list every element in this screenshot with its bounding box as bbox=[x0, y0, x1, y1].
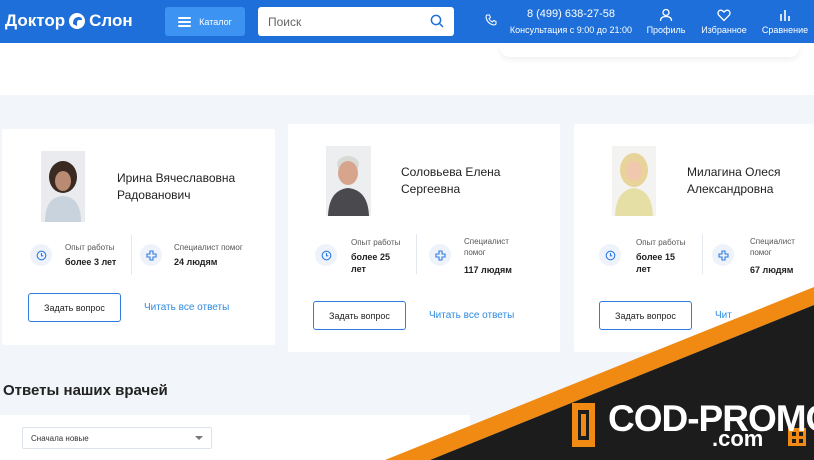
divider bbox=[131, 235, 132, 275]
clock-icon bbox=[30, 244, 52, 266]
ask-question-button[interactable]: Задать вопрос bbox=[313, 301, 406, 330]
nav-favorites-label: Избранное bbox=[701, 25, 747, 35]
doctor-name[interactable]: Милагина Олеся Александровна bbox=[687, 164, 780, 198]
helped-value: 24 людям bbox=[174, 257, 218, 267]
nav-compare-label: Сравнение bbox=[761, 25, 809, 35]
promo-watermark-domain: .com bbox=[712, 426, 764, 451]
experience-label: Опыт работы bbox=[65, 243, 115, 252]
doctor-card: Соловьева Елена Сергеевна Опыт работы бо… bbox=[288, 124, 560, 352]
ask-question-button[interactable]: Задать вопрос bbox=[28, 293, 121, 322]
nav-profile-label: Профиль bbox=[646, 25, 686, 35]
experience-value: более 15 лет bbox=[636, 251, 675, 275]
helped-label-line2: помог bbox=[464, 248, 486, 257]
doctor-name-line2: Радованович bbox=[117, 188, 191, 202]
doctor-photo[interactable] bbox=[41, 151, 85, 222]
site-header: Доктор Слон Каталог 8 (499) 638-27-58 Ко… bbox=[0, 0, 814, 43]
ask-question-button[interactable]: Задать вопрос bbox=[599, 301, 692, 330]
clock-icon bbox=[315, 244, 337, 266]
nav-compare[interactable]: Сравнение bbox=[759, 8, 811, 35]
clock-icon bbox=[599, 244, 621, 266]
experience-value-line2: лет bbox=[351, 264, 366, 274]
catalog-button[interactable]: Каталог bbox=[165, 7, 245, 36]
promo-watermark-text: COD-PROMO bbox=[608, 398, 814, 439]
consult-hours: Консультация с 9:00 до 21:00 bbox=[509, 25, 633, 35]
compare-icon bbox=[780, 10, 790, 21]
medical-cross-icon bbox=[712, 244, 734, 266]
doctor-name[interactable]: Соловьева Елена Сергеевна bbox=[401, 164, 500, 198]
doctor-photo[interactable] bbox=[612, 146, 656, 216]
doctor-name[interactable]: Ирина Вячеславовна Радованович bbox=[117, 170, 235, 204]
experience-value-line2: лет bbox=[636, 264, 651, 274]
doctor-name-line1: Соловьева Елена bbox=[401, 165, 501, 179]
catalog-label: Каталог bbox=[199, 16, 232, 27]
medical-cross-icon bbox=[140, 244, 162, 266]
logo-text-slon: Слон bbox=[89, 11, 133, 30]
answers-section-title: Ответы наших врачей bbox=[3, 382, 168, 399]
read-all-answers-link[interactable]: Чит bbox=[715, 310, 732, 321]
read-all-answers-link[interactable]: Читать все ответы bbox=[144, 302, 229, 313]
sort-select[interactable]: Сначала новые bbox=[22, 427, 212, 449]
helped-label-line1: Специалист bbox=[750, 237, 795, 246]
helped-label: Специалист помог bbox=[464, 236, 509, 258]
divider bbox=[416, 234, 417, 274]
experience-label: Опыт работы bbox=[351, 238, 401, 247]
elephant-logo-icon bbox=[69, 13, 86, 29]
heart-icon bbox=[717, 9, 731, 22]
sort-select-value: Сначала новые bbox=[31, 433, 89, 443]
helped-label: Специалист помог bbox=[750, 236, 795, 258]
helped-label: Специалист помог bbox=[174, 243, 243, 252]
experience-value: более 3 лет bbox=[65, 257, 117, 267]
doctor-name-line1: Ирина Вячеславовна bbox=[117, 171, 236, 185]
read-all-answers-link[interactable]: Читать все ответы bbox=[429, 310, 514, 321]
experience-value-line1: более 25 bbox=[351, 252, 390, 262]
doctor-name-line2: Александровна bbox=[687, 182, 774, 196]
medical-cross-icon bbox=[429, 244, 451, 266]
phone-number[interactable]: 8 (499) 638-27-58 bbox=[508, 8, 634, 20]
experience-value-line1: более 15 bbox=[636, 252, 675, 262]
helped-value: 67 людям bbox=[750, 265, 794, 275]
helped-label-line1: Специалист bbox=[464, 237, 509, 246]
helped-value: 117 людям bbox=[464, 265, 512, 275]
nav-favorites[interactable]: Избранное bbox=[699, 8, 749, 35]
doctor-name-line1: Милагина Олеся bbox=[687, 165, 781, 179]
experience-value: более 25 лет bbox=[351, 251, 390, 275]
search-input[interactable] bbox=[258, 7, 454, 36]
experience-label: Опыт работы bbox=[636, 238, 686, 247]
phone-icon[interactable] bbox=[485, 14, 497, 26]
nav-profile[interactable]: Профиль bbox=[646, 8, 686, 35]
doctor-name-line2: Сергеевна bbox=[401, 182, 461, 196]
doctor-photo[interactable] bbox=[326, 146, 371, 216]
logo[interactable]: Доктор Слон bbox=[5, 11, 133, 31]
top-section bbox=[0, 43, 814, 95]
menu-icon bbox=[178, 16, 192, 27]
helped-label-line2: помог bbox=[750, 248, 772, 257]
user-icon bbox=[659, 8, 673, 22]
divider bbox=[702, 234, 703, 274]
search-icon[interactable] bbox=[430, 14, 444, 28]
chevron-down-icon bbox=[195, 436, 203, 440]
logo-text-doctor: Доктор bbox=[5, 11, 66, 30]
top-section-card bbox=[500, 43, 800, 57]
doctor-card: Милагина Олеся Александровна Опыт работы… bbox=[574, 124, 814, 352]
doctor-card: Ирина Вячеславовна Радованович Опыт рабо… bbox=[2, 129, 275, 345]
